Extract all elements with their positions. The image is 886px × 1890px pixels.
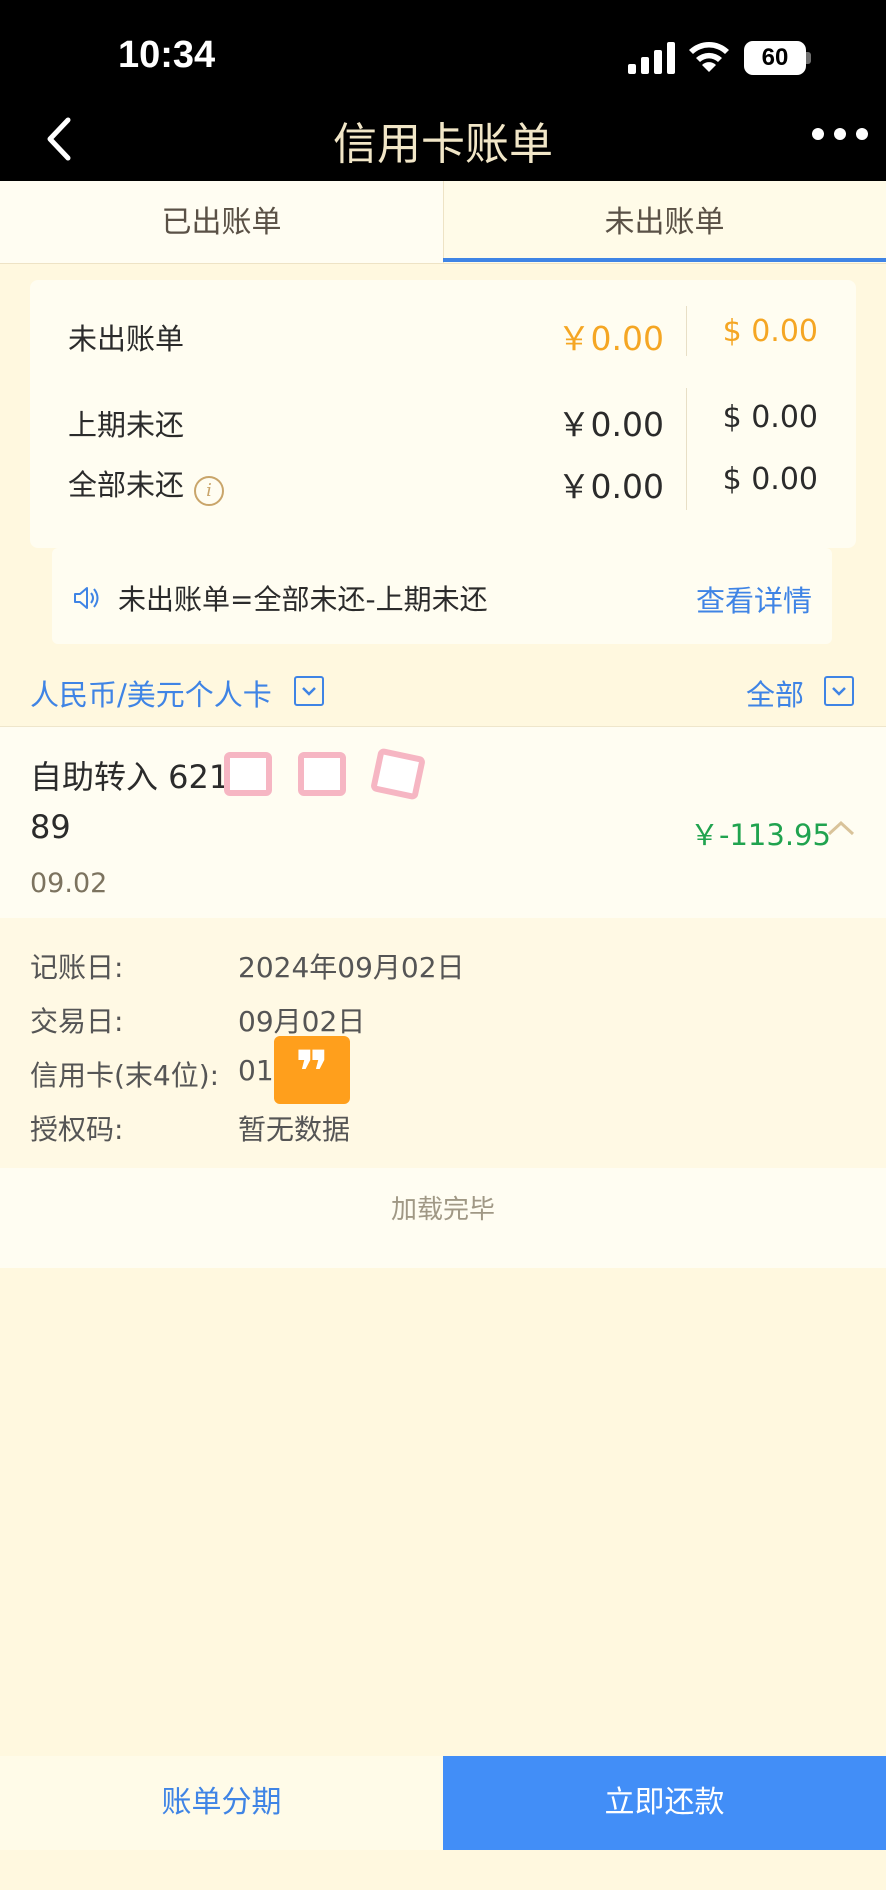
total-unpaid-cny: ￥0.00 [557, 467, 664, 506]
tab-unissued-bill[interactable]: 未出账单 [443, 181, 886, 263]
last-period-unpaid-cny: ￥0.00 [557, 405, 664, 444]
chevron-down-icon[interactable] [294, 676, 324, 706]
info-icon[interactable]: i [194, 475, 225, 506]
formula-text: 未出账单=全部未还-上期未还 [118, 583, 488, 616]
chevron-up-icon[interactable] [826, 818, 856, 838]
redaction-sticker [224, 752, 272, 796]
more-options-icon[interactable] [812, 128, 872, 142]
scope-filter[interactable]: 全部 [746, 672, 804, 714]
bill-tabs: 已出账单 未出账单 [0, 181, 886, 264]
posting-date-label: 记账日: [30, 951, 124, 984]
transaction-date-value: 09月02日 [238, 1005, 366, 1038]
total-unpaid-usd: $ 0.00 [722, 462, 818, 497]
unissued-label: 未出账单 [68, 322, 185, 356]
total-unpaid-row: 全部未还 i [68, 462, 225, 506]
view-details-link[interactable]: 查看详情 [696, 578, 812, 620]
redaction-sticker: ❞ [274, 1036, 350, 1106]
total-unpaid-label: 全部未还 [68, 468, 185, 502]
page-title: 信用卡账单 [333, 119, 553, 170]
wifi-icon [689, 42, 729, 72]
transaction-date: 09.02 [30, 868, 108, 899]
redaction-sticker [298, 752, 346, 796]
card-last4-label: 信用卡(末4位): [30, 1059, 220, 1092]
status-time: 10:34 [118, 34, 216, 76]
repay-now-button[interactable]: 立即还款 [443, 1756, 886, 1850]
auth-code-label: 授权码: [30, 1113, 124, 1146]
transaction-amount: ￥-113.95 [690, 818, 831, 852]
unissued-usd: $ 0.00 [722, 314, 818, 349]
active-tab-indicator [443, 258, 886, 262]
list-end-text: 加载完毕 [0, 1168, 886, 1268]
card-last4-value: 01 [238, 1054, 274, 1087]
battery-icon: 60 [744, 41, 806, 75]
auth-code-value: 暂无数据 [238, 1113, 351, 1146]
transaction-date-label: 交易日: [30, 1005, 124, 1038]
speaker-icon [74, 587, 99, 609]
battery-tip [806, 52, 811, 64]
transaction-title: 自助转入 621 [30, 758, 230, 796]
chevron-down-icon[interactable] [824, 676, 854, 706]
posting-date-value: 2024年09月02日 [238, 951, 465, 984]
installment-button[interactable]: 账单分期 [0, 1756, 443, 1850]
last-period-unpaid-usd: $ 0.00 [722, 400, 818, 435]
last-period-unpaid-label: 上期未还 [68, 408, 185, 442]
tab-issued-bill[interactable]: 已出账单 [0, 181, 444, 263]
transaction-title-continued: 89 [30, 808, 71, 846]
card-type-filter[interactable]: 人民币/美元个人卡 [30, 672, 272, 714]
signal-icon [628, 42, 675, 74]
unissued-cny: ￥0.00 [557, 319, 664, 358]
